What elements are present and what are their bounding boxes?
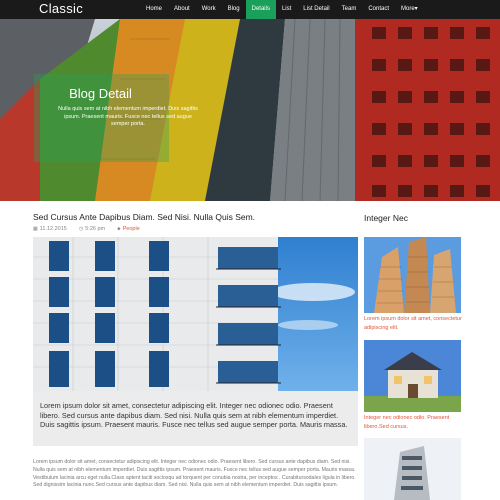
sidebar-card-1-image[interactable] — [364, 237, 461, 313]
post-date-value: 11.12.2015 — [39, 226, 67, 232]
sidebar-card-1-caption[interactable]: Lorem ipsum dolor sit amet, consectetur … — [364, 315, 464, 332]
nav-more-label: More — [401, 6, 415, 12]
calendar-icon: ▦ — [33, 226, 38, 232]
nav-item-blog[interactable]: Blog — [222, 0, 246, 19]
nav-item-details[interactable]: Details — [245, 0, 276, 19]
sidebar-card-2-caption[interactable]: Integer nec odionec odio. Praesent liber… — [364, 414, 464, 431]
tower-photo — [364, 438, 461, 500]
clock-icon: ◷ — [78, 226, 84, 232]
sidebar-card-2-image[interactable] — [364, 340, 461, 412]
site-logo[interactable]: Classic — [39, 1, 83, 16]
post-featured-image — [33, 237, 358, 391]
tag-icon: ⬥ — [117, 226, 121, 232]
hero-title: Blog Detail — [69, 86, 132, 101]
nav-item-work[interactable]: Work — [196, 0, 222, 19]
nav-item-about[interactable]: About — [168, 0, 196, 19]
nav-item-list[interactable]: List — [276, 0, 297, 19]
post-highlight-quote: Lorem ipsum dolor sit amet, consectetur … — [33, 391, 358, 446]
post-category-value[interactable]: People — [123, 226, 140, 232]
top-navbar: Classic Home About Work Blog Details Lis… — [0, 0, 500, 19]
post-category[interactable]: ⬥ People — [117, 226, 146, 232]
post-body-text: Lorem ipsum dolor sit amet, consectetur … — [33, 459, 356, 489]
hero-banner: Blog Detail Nulla quis sem at nibh eleme… — [0, 19, 500, 201]
nav-item-contact[interactable]: Contact — [362, 0, 395, 19]
post-title[interactable]: Sed Cursus Ante Dapibus Diam. Sed Nisi. … — [33, 212, 255, 222]
nav-menu: Home About Work Blog Details List List D… — [140, 0, 424, 19]
nav-item-list-detail[interactable]: List Detail — [297, 0, 335, 19]
nav-item-home[interactable]: Home — [140, 0, 168, 19]
nav-item-team[interactable]: Team — [336, 0, 363, 19]
house-photo — [364, 340, 461, 412]
sidebar-card-3-image[interactable] — [364, 438, 461, 500]
towers-photo — [364, 237, 461, 313]
post-time: ◷ 5:26 pm — [79, 226, 111, 232]
post-time-value: 5:26 pm — [85, 226, 106, 232]
sidebar-title: Integer Nec — [364, 213, 408, 223]
nav-item-more[interactable]: More▾ — [395, 0, 424, 19]
post-meta: ▦ 11.12.2015 ◷ 5:26 pm ⬥ People — [33, 226, 152, 232]
chevron-down-icon: ▾ — [414, 6, 418, 12]
building-photo — [33, 237, 358, 391]
quote-text: Lorem ipsum dolor sit amet, consectetur … — [40, 401, 348, 429]
hero-subtitle: Nulla quis sem at nibh elementum imperdi… — [58, 106, 198, 127]
post-date: ▦ 11.12.2015 — [33, 226, 73, 232]
